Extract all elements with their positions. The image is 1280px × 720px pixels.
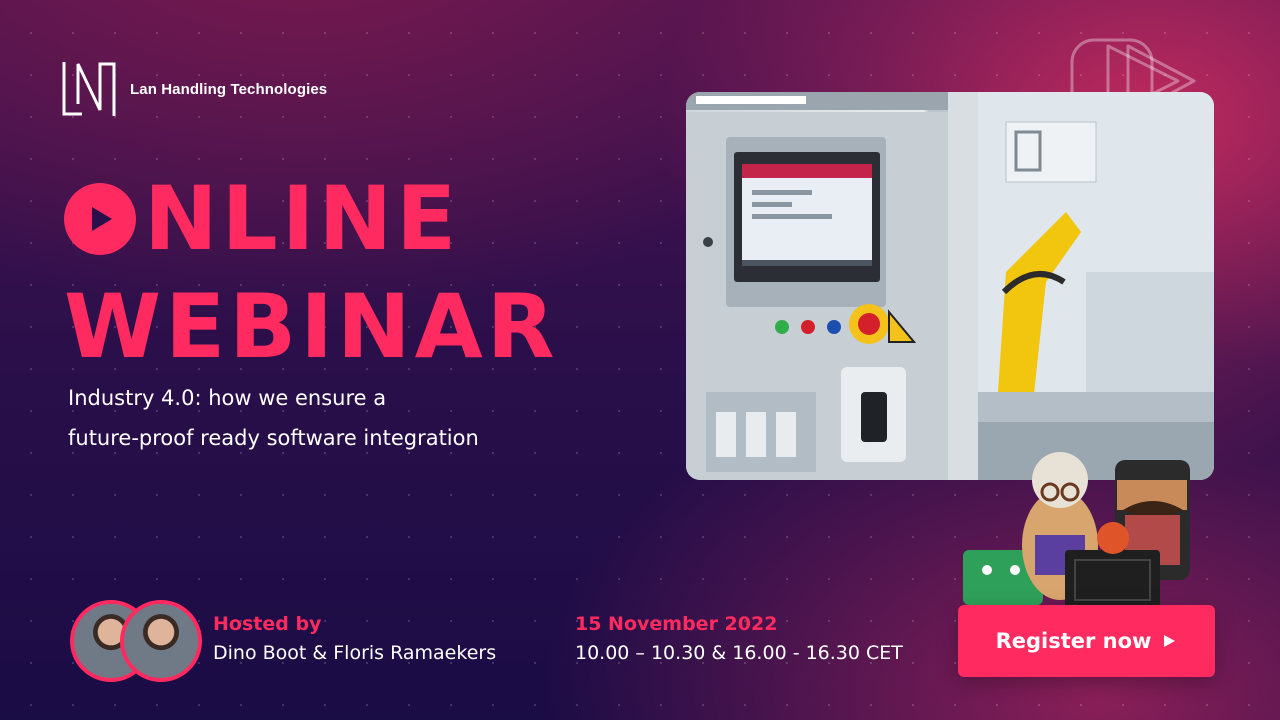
play-circle-icon [64, 183, 136, 255]
ln-logo-icon [62, 62, 116, 116]
headline-line-1: NLINE [144, 167, 461, 270]
play-arrow-icon [1164, 635, 1176, 647]
machine-photo [686, 92, 1214, 480]
mascot-illustration [963, 452, 1190, 610]
headline: NLINE WEBINAR [64, 165, 559, 381]
avatar-floris [120, 600, 202, 682]
event-date: 15 November 2022 [575, 613, 778, 635]
headline-line-2: WEBINAR [64, 275, 559, 378]
brand-logo[interactable]: Lan Handling Technologies [60, 60, 327, 118]
subtitle-line-2: future-proof ready software integration [68, 426, 479, 450]
hosted-by-label: Hosted by [213, 613, 322, 635]
subtitle-line-1: Industry 4.0: how we ensure a [68, 386, 387, 410]
event-time: 10.00 – 10.30 & 16.00 - 16.30 CET [575, 642, 903, 664]
brand-name: Lan Handling Technologies [130, 80, 328, 98]
host-names: Dino Boot & Floris Ramaekers [213, 642, 497, 664]
register-button[interactable]: Register now [958, 605, 1215, 677]
webinar-subtitle: Industry 4.0: how we ensure a future-pro… [68, 378, 479, 458]
register-label: Register now [995, 629, 1152, 653]
host-avatars [70, 600, 210, 684]
